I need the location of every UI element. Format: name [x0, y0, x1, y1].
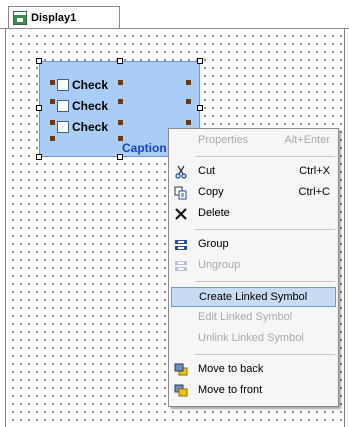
resize-handle[interactable] — [36, 105, 42, 111]
move-to-front-icon — [174, 384, 188, 397]
menu-item-create-linked-symbol[interactable]: Create Linked Symbol — [171, 287, 336, 307]
checkbox-box[interactable] — [57, 121, 69, 133]
menu-item-copy[interactable]: Copy Ctrl+C — [171, 183, 336, 203]
resize-handle[interactable] — [197, 105, 203, 111]
resize-handle[interactable] — [117, 154, 123, 160]
child-handle — [50, 80, 55, 85]
child-handle — [50, 120, 55, 125]
resize-handle[interactable] — [117, 58, 123, 64]
checkbox-label: Check — [72, 99, 109, 113]
child-handle — [118, 136, 123, 141]
tab-label: Display1 — [31, 11, 77, 24]
menu-item-shortcut: Ctrl+C — [298, 186, 330, 198]
move-to-back-icon — [174, 363, 188, 376]
scissors-icon — [175, 165, 187, 179]
child-handle — [50, 99, 55, 104]
checkbox-label: Check — [72, 78, 109, 92]
tab-display1[interactable]: Display1 — [8, 6, 120, 28]
menu-item-edit-linked-symbol[interactable]: Edit Linked Symbol — [171, 308, 336, 328]
menu-item-label: Move to back — [198, 363, 264, 375]
ungroup-icon — [175, 261, 187, 271]
resize-handle[interactable] — [36, 154, 42, 160]
menu-item-properties[interactable]: Properties Alt+Enter — [171, 131, 336, 151]
copy-icon — [174, 186, 187, 200]
menu-item-cut[interactable]: Cut Ctrl+X — [171, 162, 336, 182]
menu-item-move-to-front[interactable]: Move to front — [171, 381, 336, 401]
menu-item-label: Edit Linked Symbol — [198, 311, 293, 323]
menu-item-delete[interactable]: Delete — [171, 204, 336, 224]
checkbox-3[interactable]: Check — [57, 119, 108, 135]
menu-item-label: Copy — [198, 186, 224, 198]
child-handle — [186, 120, 191, 125]
child-handle — [186, 80, 191, 85]
child-handle — [118, 80, 123, 85]
tab-strip: Display1 — [0, 0, 349, 28]
checkbox-box[interactable] — [57, 100, 69, 112]
group-icon — [175, 240, 187, 250]
menu-separator — [195, 229, 335, 230]
menu-item-label: Unlink Linked Symbol — [198, 332, 304, 344]
display-window-icon — [13, 10, 27, 25]
child-handle — [118, 120, 123, 125]
menu-item-shortcut: Alt+Enter — [284, 134, 330, 146]
x-delete-icon — [175, 208, 187, 220]
menu-item-label: Create Linked Symbol — [199, 291, 308, 303]
menu-item-label: Group — [198, 238, 229, 250]
symbol-caption: Caption — [122, 141, 167, 155]
context-menu: Properties Alt+Enter Cut Ctrl+X Copy Ctr… — [168, 128, 339, 407]
menu-separator — [195, 354, 335, 355]
checkbox-2[interactable]: Check — [57, 98, 108, 114]
menu-item-label: Ungroup — [198, 259, 241, 271]
checkbox-box[interactable] — [57, 79, 69, 91]
checkbox-label: Check — [72, 120, 109, 134]
menu-item-move-to-back[interactable]: Move to back — [171, 360, 336, 380]
menu-item-group[interactable]: Group — [171, 235, 336, 255]
child-handle — [186, 99, 191, 104]
menu-item-label: Move to front — [198, 384, 263, 396]
resize-handle[interactable] — [36, 58, 42, 64]
menu-item-unlink-linked-symbol[interactable]: Unlink Linked Symbol — [171, 329, 336, 349]
menu-item-label: Properties — [198, 134, 249, 146]
menu-item-ungroup[interactable]: Ungroup — [171, 256, 336, 276]
child-handle — [50, 136, 55, 141]
menu-separator — [195, 156, 335, 157]
menu-item-shortcut: Ctrl+X — [299, 165, 330, 177]
menu-item-label: Cut — [198, 165, 216, 177]
child-handle — [118, 99, 123, 104]
menu-item-label: Delete — [198, 207, 230, 219]
resize-handle[interactable] — [197, 58, 203, 64]
menu-separator — [195, 281, 335, 282]
checkbox-1[interactable]: Check — [57, 77, 108, 93]
